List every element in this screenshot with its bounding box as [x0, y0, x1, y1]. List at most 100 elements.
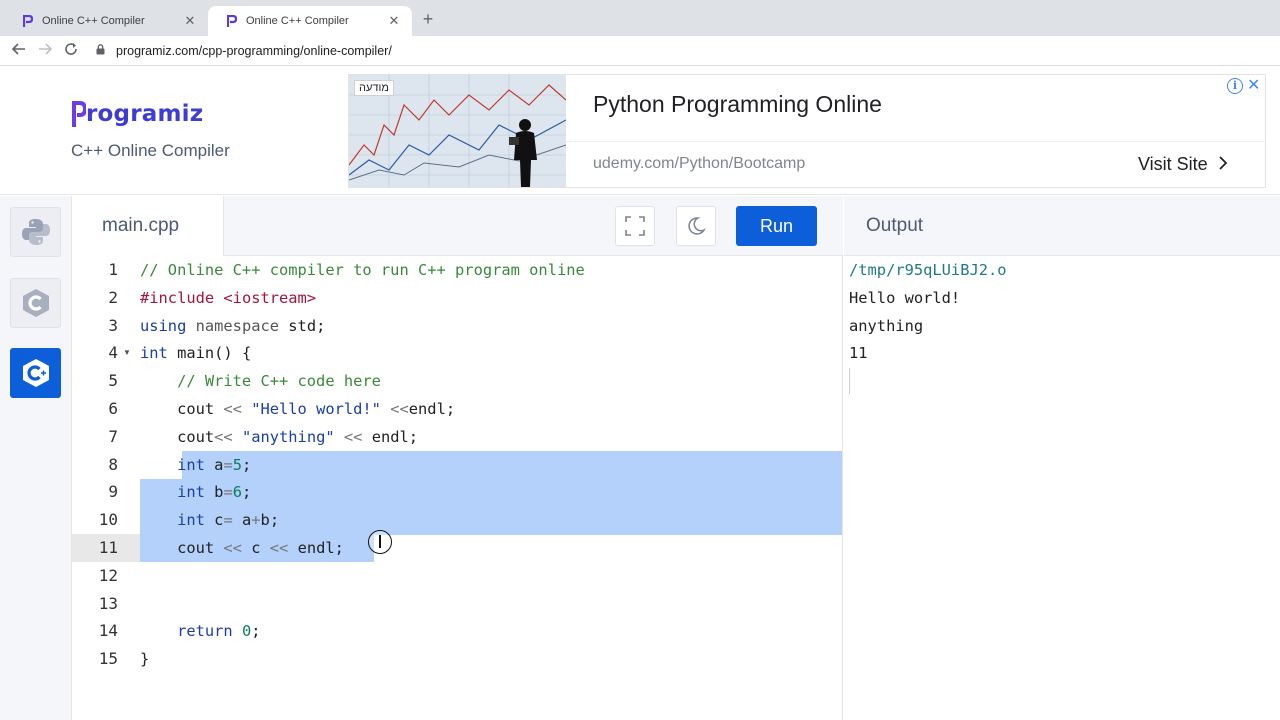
code-line[interactable]: // Online C++ compiler to run C++ progra…: [140, 256, 585, 284]
forward-arrow-icon[interactable]: [32, 42, 58, 59]
line-number: 15: [98, 649, 118, 669]
ad-label-badge: מודעה: [354, 80, 394, 96]
dark-mode-button[interactable]: [676, 206, 716, 246]
code-token: a: [241, 511, 252, 530]
file-tab-main-cpp[interactable]: main.cpp: [72, 196, 224, 256]
code-token: 6: [232, 483, 242, 502]
ad-url[interactable]: udemy.com/Python/Bootcamp: [593, 155, 805, 173]
code-line[interactable]: cout<< "anything" << endl;: [140, 423, 418, 451]
tab-title: Online C++ Compiler: [42, 15, 145, 27]
ad-info-icon[interactable]: i: [1227, 78, 1243, 94]
line-number: 12: [98, 565, 118, 585]
ad-image[interactable]: מודעה: [349, 75, 566, 187]
code-line[interactable]: cout << c << endl;: [140, 534, 344, 562]
code-token: main() {: [177, 344, 252, 363]
language-sidebar: [0, 196, 72, 720]
language-c-button[interactable]: [10, 278, 61, 328]
new-tab-button[interactable]: +: [418, 9, 438, 30]
code-token: using: [140, 316, 196, 335]
line-number: 11: [72, 534, 140, 562]
line-number: 8: [108, 454, 118, 474]
c-icon: [22, 289, 49, 317]
code-line[interactable]: cout << "Hello world!" <<endl;: [140, 395, 455, 423]
code-token: int: [177, 483, 215, 502]
browser-tab[interactable]: Online C++ Compiler ✕: [4, 6, 208, 36]
url-field[interactable]: programiz.com/cpp-programming/online-com…: [92, 39, 1272, 63]
code-token: cout: [140, 400, 224, 418]
visit-site-link[interactable]: Visit Site: [1138, 154, 1227, 175]
code-token: ;: [242, 483, 252, 502]
line-number: 9: [108, 482, 118, 502]
code-line[interactable]: int main() {: [140, 339, 251, 367]
code-token: <<: [269, 539, 298, 557]
code-token: c: [251, 539, 270, 557]
line-number: 10: [98, 510, 118, 530]
code-token: "anything": [241, 427, 335, 446]
code-line[interactable]: using namespace std;: [140, 312, 325, 340]
code-line[interactable]: int a=5;: [140, 451, 251, 479]
code-line[interactable]: #include <iostream>: [140, 284, 316, 312]
code-token: cout: [140, 427, 215, 446]
programiz-logo[interactable]: rogramiz: [72, 100, 203, 128]
python-icon: [21, 219, 50, 245]
line-number: 6: [108, 399, 118, 418]
output-line: 11: [849, 344, 868, 363]
code-token: <<: [214, 427, 242, 446]
language-cpp-button[interactable]: [10, 348, 61, 398]
line-number: 5: [108, 371, 118, 391]
code-token: ;: [251, 622, 261, 641]
line-number: 14: [98, 621, 118, 641]
output-cursor: [849, 368, 850, 394]
code-token: // Write C++ code here: [140, 372, 381, 391]
code-line[interactable]: int c= a+b;: [140, 506, 279, 534]
editor-toolbar: main.cpp Run: [72, 196, 843, 256]
line-number: 2: [108, 287, 118, 307]
code-token: // Online C++ compiler to run C++ progra…: [140, 261, 585, 279]
programiz-favicon-icon: [22, 14, 34, 28]
fold-arrow-icon[interactable]: ▼: [123, 339, 131, 367]
run-button[interactable]: Run: [736, 206, 817, 246]
code-token: =: [223, 511, 242, 530]
code-token: int: [140, 344, 178, 363]
line-number: 7: [108, 426, 118, 446]
code-token: endl;: [297, 539, 344, 557]
fullscreen-icon: [625, 216, 645, 236]
moon-icon: [688, 217, 706, 235]
language-python-button[interactable]: [10, 207, 61, 257]
ad-headline[interactable]: Python Programming Online: [593, 91, 882, 118]
ad-close-icon[interactable]: ✕: [1247, 75, 1260, 95]
code-token: int: [177, 511, 215, 530]
code-token: b;: [260, 511, 280, 530]
close-tab-icon[interactable]: ✕: [386, 13, 402, 29]
code-token: #include: [140, 288, 224, 307]
code-token: <<: [223, 400, 252, 418]
ad-divider: [566, 141, 1266, 142]
back-arrow-icon[interactable]: [6, 42, 32, 59]
fullscreen-button[interactable]: [615, 206, 655, 246]
code-line[interactable]: int b=6;: [140, 478, 251, 506]
reload-icon[interactable]: [58, 42, 84, 59]
lock-icon: [96, 43, 110, 58]
browser-tab-active[interactable]: Online C++ Compiler ✕: [208, 6, 412, 36]
address-bar: programiz.com/cpp-programming/online-com…: [0, 36, 1280, 66]
code-token: =: [223, 483, 233, 502]
code-token: namespace: [195, 316, 289, 335]
code-line[interactable]: return 0;: [140, 617, 261, 645]
code-token: ;: [242, 455, 252, 474]
url-text: programiz.com/cpp-programming/online-com…: [116, 43, 392, 58]
code-token: endl;: [371, 427, 419, 446]
code-line[interactable]: // Write C++ code here: [140, 367, 381, 395]
code-line[interactable]: }: [140, 645, 149, 673]
code-token: "Hello world!": [251, 400, 381, 418]
line-number: 3: [108, 315, 118, 335]
output-console[interactable]: /tmp/r95qLUiBJ2.o Hello world! anything 11: [844, 256, 1280, 720]
close-tab-icon[interactable]: ✕: [182, 13, 198, 29]
code-token: 0: [241, 622, 252, 641]
code-token: <iostream>: [223, 288, 317, 307]
line-number: 1: [108, 260, 118, 279]
code-token: 5: [232, 455, 242, 474]
ad-banner[interactable]: מודעה Python Programming Online udemy.co…: [348, 74, 1266, 188]
output-binary-path: /tmp/r95qLUiBJ2.o: [849, 261, 1007, 279]
code-editor[interactable]: 1 2 3 4 5 6 7 8 9 10 11 12 13 14 15 ▼ // Online C++ com…: [72, 256, 843, 720]
logo-text: rogramiz: [86, 101, 204, 127]
